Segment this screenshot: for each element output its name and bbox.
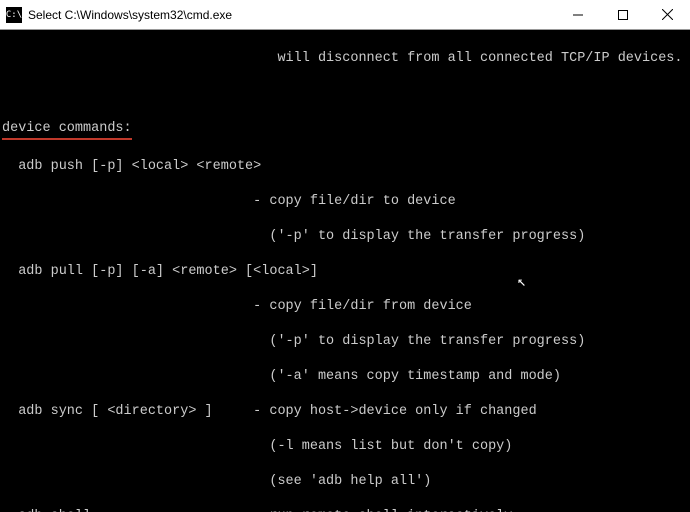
output-line: adb push [-p] <local> <remote> bbox=[2, 158, 690, 176]
minimize-button[interactable] bbox=[555, 0, 600, 29]
terminal-output[interactable]: will disconnect from all connected TCP/I… bbox=[0, 30, 690, 512]
close-button[interactable] bbox=[645, 0, 690, 29]
output-line: adb shell - run remote shell interactive… bbox=[2, 508, 690, 512]
output-line: (-l means list but don't copy) bbox=[2, 438, 690, 456]
output-line: adb pull [-p] [-a] <remote> [<local>] bbox=[2, 263, 690, 281]
minimize-icon bbox=[573, 10, 583, 20]
output-line: will disconnect from all connected TCP/I… bbox=[2, 50, 690, 68]
section-heading: device commands: bbox=[2, 120, 690, 141]
output-line: - copy file/dir from device bbox=[2, 298, 690, 316]
window-title: Select C:\Windows\system32\cmd.exe bbox=[28, 8, 555, 22]
cmd-icon: C:\ bbox=[6, 7, 22, 23]
maximize-icon bbox=[618, 10, 628, 20]
window-titlebar: C:\ Select C:\Windows\system32\cmd.exe bbox=[0, 0, 690, 30]
output-line: ('-a' means copy timestamp and mode) bbox=[2, 368, 690, 386]
output-line: - copy file/dir to device bbox=[2, 193, 690, 211]
output-line: ('-p' to display the transfer progress) bbox=[2, 333, 690, 351]
close-icon bbox=[662, 9, 673, 20]
output-blank bbox=[2, 85, 690, 103]
section-heading-text: device commands: bbox=[2, 120, 132, 141]
output-line: (see 'adb help all') bbox=[2, 473, 690, 491]
output-line: ('-p' to display the transfer progress) bbox=[2, 228, 690, 246]
output-line: adb sync [ <directory> ] - copy host->de… bbox=[2, 403, 690, 421]
maximize-button[interactable] bbox=[600, 0, 645, 29]
window-controls bbox=[555, 0, 690, 29]
